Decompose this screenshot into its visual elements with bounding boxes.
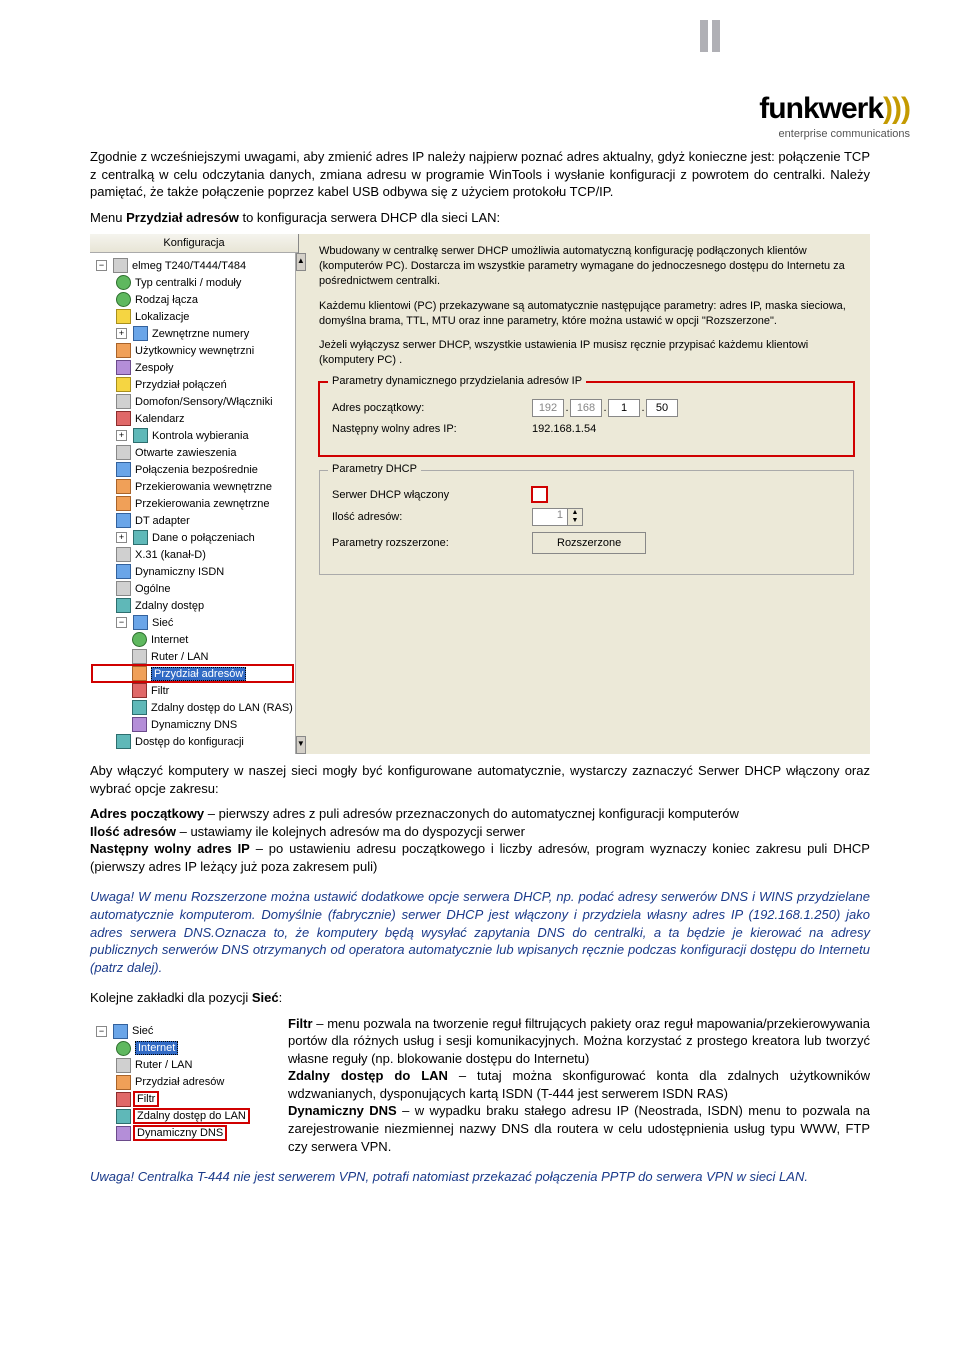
- page-header: [0, 0, 960, 62]
- header-decor-bars: [700, 20, 720, 52]
- fwd-int-icon: [116, 479, 131, 494]
- start-address-label: Adres początkowy:: [332, 402, 532, 414]
- network-icon: [133, 615, 148, 630]
- device-icon: [113, 258, 128, 273]
- next-free-value: 192.168.1.54: [532, 423, 596, 435]
- tabs-line: Kolejne zakładki dla pozycji Sieć:: [90, 989, 870, 1007]
- dhcp-enabled-checkbox[interactable]: [532, 487, 547, 502]
- intro-paragraph-1: Zgodnie z wcześniejszymi uwagami, aby zm…: [90, 148, 870, 201]
- config-tree[interactable]: −elmeg T240/T444/T484 Typ centralki / mo…: [90, 253, 295, 754]
- siec-section: −Sieć Internet Ruter / LAN Przydział adr…: [90, 1015, 870, 1155]
- module-icon: [116, 275, 131, 290]
- fieldset-ip-range: Parametry dynamicznego przydzielania adr…: [319, 382, 854, 456]
- expand-icon[interactable]: +: [116, 430, 127, 441]
- conn-data-icon: [133, 530, 148, 545]
- expand-icon[interactable]: −: [96, 1026, 107, 1037]
- address-count-spinner[interactable]: 1 ▲▼: [532, 508, 583, 526]
- internet-icon: [116, 1041, 131, 1056]
- link-icon: [116, 292, 131, 307]
- fieldset-dhcp: Parametry DHCP Serwer DHCP włączony Iloś…: [319, 470, 854, 575]
- router-icon: [132, 649, 147, 664]
- internet-icon: [132, 632, 147, 647]
- remote-icon: [116, 598, 131, 613]
- assign-icon: [116, 377, 131, 392]
- numbers-icon: [133, 326, 148, 341]
- filter-icon: [132, 683, 147, 698]
- note-extended: Uwaga! W menu Rozszerzone można ustawić …: [90, 888, 870, 976]
- config-access-icon: [116, 734, 131, 749]
- screenshot-dhcp-config: Konfiguracja −elmeg T240/T444/T484 Typ c…: [90, 234, 870, 754]
- address-count-label: Ilość adresów:: [332, 511, 532, 523]
- dyndns-icon: [116, 1126, 131, 1141]
- fieldset-dhcp-legend: Parametry DHCP: [328, 463, 421, 475]
- ras-icon: [132, 700, 147, 715]
- screenshot-siec-tree: −Sieć Internet Ruter / LAN Przydział adr…: [90, 1019, 274, 1146]
- mid-intro: Aby włączyć komputery w naszej sieci mog…: [90, 762, 870, 797]
- config-detail-panel: Wbudowany w centralkę serwer DHCP umożli…: [299, 234, 870, 754]
- dt-icon: [116, 513, 131, 528]
- x31-icon: [116, 547, 131, 562]
- dhcp-desc-1: Wbudowany w centralkę serwer DHCP umożli…: [319, 244, 854, 289]
- users-icon: [116, 343, 131, 358]
- router-icon: [116, 1058, 131, 1073]
- content: Zgodnie z wcześniejszymi uwagami, aby zm…: [0, 148, 960, 1239]
- dhcp-icon: [132, 666, 147, 681]
- hold-icon: [116, 445, 131, 460]
- location-icon: [116, 309, 131, 324]
- dhcp-icon: [116, 1075, 131, 1090]
- logo: funkwerk ))) enterprise communications: [0, 92, 910, 140]
- dyndns-icon: [132, 717, 147, 732]
- tree-item-dhcp-selected[interactable]: Przydział adresów: [92, 665, 293, 682]
- start-address-input[interactable]: 192.168.1.50: [532, 399, 678, 417]
- filter-icon: [116, 1092, 131, 1107]
- intro-paragraph-2: Menu Przydział adresów to konfiguracja s…: [90, 209, 870, 227]
- fwd-ext-icon: [116, 496, 131, 511]
- expand-icon[interactable]: +: [116, 532, 127, 543]
- ras-icon: [116, 1109, 131, 1124]
- logo-text: funkwerk: [759, 92, 883, 126]
- expand-icon[interactable]: −: [116, 617, 127, 628]
- extended-params-label: Parametry rozszerzone:: [332, 537, 532, 549]
- intercom-icon: [116, 394, 131, 409]
- config-tree-panel: Konfiguracja −elmeg T240/T444/T484 Typ c…: [90, 234, 299, 754]
- general-icon: [116, 581, 131, 596]
- network-icon: [113, 1024, 128, 1039]
- fieldset-ip-range-legend: Parametry dynamicznego przydzielania adr…: [328, 375, 586, 387]
- next-free-label: Następny wolny adres IP:: [332, 423, 532, 435]
- teams-icon: [116, 360, 131, 375]
- extended-button[interactable]: Rozszerzone: [532, 532, 646, 554]
- spinner-up-icon[interactable]: ▲: [567, 509, 582, 517]
- dhcp-desc-2: Każdemu klientowi (PC) przekazywane są a…: [319, 299, 854, 329]
- logo-subtitle: enterprise communications: [0, 128, 910, 140]
- tree-titlebar: Konfiguracja: [90, 234, 298, 253]
- note-vpn: Uwaga! Centralka T-444 nie jest serwerem…: [90, 1168, 870, 1186]
- expand-icon[interactable]: −: [96, 260, 107, 271]
- logo-arc-icon: ))): [883, 92, 910, 126]
- expand-icon[interactable]: +: [116, 328, 127, 339]
- calendar-icon: [116, 411, 131, 426]
- direct-icon: [116, 462, 131, 477]
- dhcp-desc-3: Jeżeli wyłączysz serwer DHCP, wszystkie …: [319, 338, 854, 368]
- spinner-down-icon[interactable]: ▼: [567, 517, 582, 525]
- dial-icon: [133, 428, 148, 443]
- isdn-icon: [116, 564, 131, 579]
- dhcp-enabled-label: Serwer DHCP włączony: [332, 489, 532, 501]
- definitions-block-1: Adres początkowy – pierwszy adres z puli…: [90, 805, 870, 875]
